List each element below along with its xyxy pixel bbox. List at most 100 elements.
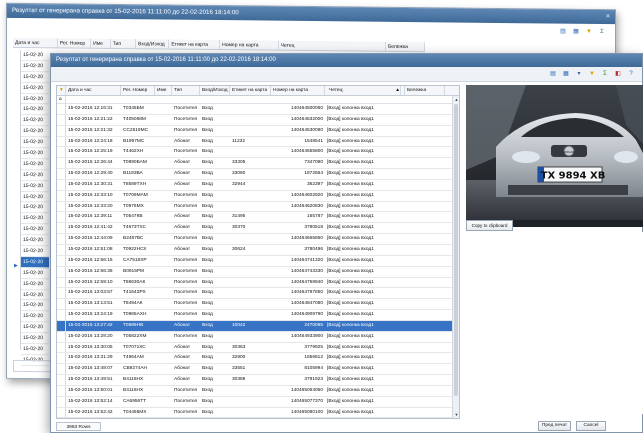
cell-type: Абонат: [174, 214, 191, 220]
background-date-cell[interactable]: 15-02-20: [21, 158, 49, 171]
col-reg-number[interactable]: Рег. Номер: [121, 86, 155, 95]
table-row[interactable]: 15-02-2016 12:41:42 Т4673ТХС Абонат Вход 303…: [57, 223, 459, 235]
background-col-note[interactable]: Бележка: [385, 41, 426, 52]
print-preview-button[interactable]: Пред печат: [538, 421, 571, 431]
background-date-cell[interactable]: 15-02-20: [21, 169, 49, 181]
cell-card-number: 140464787850: [290, 290, 323, 296]
background-col-direction[interactable]: Вход/Изход: [136, 39, 170, 49]
col-date[interactable]: Дата и час: [66, 86, 121, 95]
copy-to-clipboard-button[interactable]: Copy to clipboard: [466, 220, 513, 231]
col-name[interactable]: Име: [155, 86, 172, 95]
table-row[interactable]: 15-02-2016 12:24:18 В1997МС Абонат Вход 1123…: [57, 136, 459, 148]
background-date-cell[interactable]: 15-02-20: [21, 137, 49, 149]
col-direction[interactable]: Вход/Изход: [200, 86, 230, 95]
table-row[interactable]: 15-02-2016 12:56:15 СА7518ХР Посетител Вход…: [57, 255, 459, 267]
table-row[interactable]: 15-02-2016 12:21:32 СС2519МС Посетител Вход…: [57, 125, 459, 137]
background-date-cell[interactable]: 15-02-20: [21, 60, 49, 73]
filter-row[interactable]: a: [57, 96, 459, 104]
background-date-cell[interactable]: 15-02-20: [21, 289, 49, 301]
table-row[interactable]: 15-02-2016 12:26:44 Т0890БАМ Абонат Вход 333…: [57, 158, 459, 170]
export-icon[interactable]: ▤: [548, 69, 558, 79]
background-date-cell[interactable]: 15-02-20: [21, 344, 49, 356]
col-type[interactable]: Тип: [172, 86, 200, 95]
table-row[interactable]: 15-02-2016 12:33:20 Т0976МХ Посетител Вход 1…: [57, 201, 459, 213]
background-date-cell[interactable]: 15-02-20: [21, 126, 49, 138]
background-date-cell[interactable]: 15-02-20: [21, 300, 49, 312]
filter-toggle-icon[interactable]: ▼: [57, 86, 66, 95]
background-col-reg[interactable]: Рег. Номер: [57, 38, 92, 48]
filter-row-input[interactable]: a: [57, 96, 66, 103]
table-row[interactable]: 15-02-2016 13:52:14 СА6956ТТ Посетител Вход…: [57, 396, 459, 408]
background-date-cell[interactable]: 15-02-20: [21, 147, 49, 160]
scroll-down-icon[interactable]: ▼: [453, 411, 459, 418]
table-row[interactable]: 15-02-2016 12:44:09 В2487ВС Посетител Вход 1…: [57, 234, 459, 245]
table-row[interactable]: 15-02-2016 12:56:35 В0915РМ Посетител Вход 1…: [57, 266, 459, 278]
background-col-card-label[interactable]: Етикет на карта: [169, 39, 221, 50]
sum-icon[interactable]: Σ: [600, 69, 610, 79]
chart-icon[interactable]: ◧: [613, 69, 623, 79]
background-date-cell[interactable]: 15-02-20: [21, 245, 49, 258]
table-row[interactable]: 15-02-2016 13:27:42 Т0989НВ Абонат Вход 1004…: [57, 320, 459, 332]
background-date-cell[interactable]: 15-02-20: [21, 278, 49, 290]
table-row[interactable]: 15-02-2016 12:25:19 Т4462ХН Посетител Вход 1…: [57, 147, 459, 159]
scroll-thumb[interactable]: [454, 104, 458, 396]
background-col-type[interactable]: Тип: [110, 38, 137, 49]
background-date-cell[interactable]: 15-02-20: [21, 93, 49, 105]
table-row[interactable]: 15-02-2016 13:13:51 Т8494АК Посетител Вход 1…: [57, 299, 459, 311]
col-note[interactable]: Бележка: [405, 86, 445, 95]
background-date-cell[interactable]: 15-02-20: [21, 235, 49, 247]
background-date-cell[interactable]: 15-02-20: [21, 256, 49, 269]
background-date-cell[interactable]: 15-02-20: [21, 115, 49, 127]
background-close-icon[interactable]: ×: [606, 10, 610, 24]
background-date-cell[interactable]: 15-02-20: [21, 180, 49, 192]
chevron-icon[interactable]: ▾: [574, 69, 584, 79]
background-col-name[interactable]: Име: [91, 38, 111, 48]
col-card-label[interactable]: Етикет на карта: [230, 86, 271, 95]
table-row[interactable]: 15-02-2016 13:52:42 Т04466МХ Посетител Вход…: [57, 407, 459, 418]
table-row[interactable]: 15-02-2016 13:48:07 СВ9274АН Абонат Вход 335…: [57, 364, 459, 376]
scroll-up-icon[interactable]: ▲: [453, 96, 459, 103]
table-row[interactable]: 15-02-2016 13:53:21В1193ВА АбонатВход3306…: [57, 418, 459, 419]
filter-icon[interactable]: ▼: [587, 69, 597, 79]
table-row[interactable]: 15-02-2016 12:16:31 Т0345БМ Посетител Вход 1…: [57, 104, 459, 115]
table-row[interactable]: 15-02-2016 13:30:05 Т07071ХС Абонат Вход 303…: [57, 342, 459, 354]
background-date-cell[interactable]: 15-02-20: [21, 49, 49, 62]
background-filter-icon[interactable]: ▼: [584, 27, 594, 37]
table-row[interactable]: 15-02-2016 12:51:08 Т0922НСХ Абонат Вход 306…: [57, 244, 459, 256]
background-date-cell[interactable]: 15-02-20: [21, 311, 49, 323]
background-date-cell[interactable]: 15-02-20: [21, 267, 49, 279]
table-row[interactable]: 15-02-2016 12:33:10 Т0709МАМ Посетител Вход…: [57, 190, 459, 202]
background-date-cell[interactable]: 15-02-20: [21, 202, 49, 214]
background-sum-icon[interactable]: Σ: [597, 27, 607, 37]
col-reader[interactable]: Четец ▲: [325, 86, 405, 95]
cancel-button[interactable]: Cancel: [576, 421, 606, 431]
table-row[interactable]: 15-02-2016 12:29:40 В1193ВА Абонат Вход 3306…: [57, 169, 459, 180]
table-row[interactable]: 15-02-2016 13:31:29 Т4964АМ Абонат Вход 3290…: [57, 353, 459, 365]
background-date-cell[interactable]: 15-02-20: [21, 104, 49, 116]
table-row[interactable]: 15-02-2016 13:28:20 Т05822ХМ Посетител Вход…: [57, 331, 459, 343]
table-row[interactable]: 15-02-2016 13:49:51 В4116НХ Абонат Вход 3038…: [57, 375, 459, 386]
background-date-cell[interactable]: 15-02-20: [21, 224, 49, 236]
grid-icon[interactable]: ▦: [561, 69, 571, 79]
background-col-reader[interactable]: Четец: [278, 40, 386, 51]
table-row[interactable]: 15-02-2016 12:39:11 Т0547КВ Абонат Вход 3149…: [57, 212, 459, 224]
background-col-card-number[interactable]: Номер на карта: [220, 40, 279, 50]
help-icon[interactable]: ?: [626, 69, 636, 79]
col-card-number[interactable]: Номер на карта: [271, 86, 325, 95]
background-grid-icon[interactable]: ▦: [571, 27, 581, 37]
table-row[interactable]: 15-02-2016 12:21:22 Т405068М Посетител Вход…: [57, 114, 459, 126]
background-export-icon[interactable]: ▤: [558, 27, 568, 37]
table-row[interactable]: 15-02-2016 12:30:31 Т8589ТХН Абонат Вход 329…: [57, 179, 459, 191]
grid-scrollbar[interactable]: ▲ ▼: [452, 96, 459, 418]
background-date-cell[interactable]: 15-02-20: [21, 333, 49, 345]
background-date-cell[interactable]: 15-02-20: [21, 82, 49, 94]
table-row[interactable]: 15-02-2016 13:03:57 Т4164ЗРХ Посетител Вход…: [57, 288, 459, 300]
background-date-cell[interactable]: 15-02-20: [21, 322, 49, 334]
table-row[interactable]: 15-02-2016 13:50:01 В4116НХ Посетител Вход 1…: [57, 385, 459, 397]
table-row[interactable]: 15-02-2016 12:59:10 Т86630АК Посетител Вход…: [57, 277, 459, 289]
table-row[interactable]: 15-02-2016 13:24:19 Т0965АХН Посетител Вход…: [57, 310, 459, 321]
background-date-cell[interactable]: 15-02-20: [21, 213, 49, 225]
background-col-date[interactable]: Дата и час: [13, 37, 58, 48]
background-date-cell[interactable]: 15-02-20: [21, 71, 49, 83]
background-date-cell[interactable]: 15-02-20: [21, 191, 49, 203]
